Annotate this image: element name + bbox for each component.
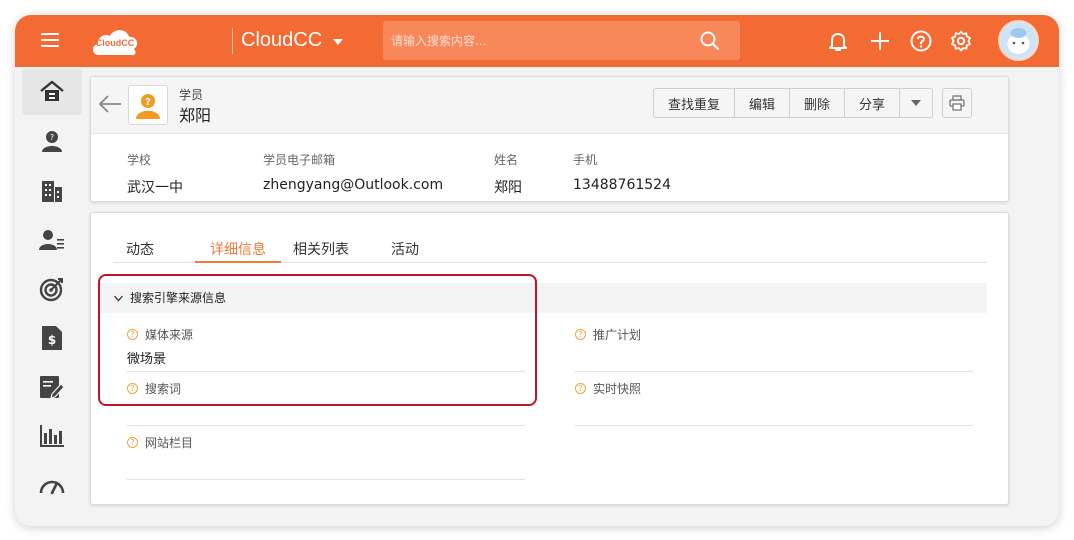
field-media-source: ? 媒体来源 微场景 (127, 318, 525, 372)
divider (232, 28, 233, 54)
logo-text: CloudCC (95, 38, 135, 48)
field-value[interactable]: 微场景 (127, 348, 166, 367)
help-icon[interactable] (909, 29, 933, 53)
field-label: 学校 (127, 153, 152, 167)
home-icon (40, 80, 64, 101)
record-header: ? 学员 郑阳 查找重复 编辑 删除 分享 学校 武汉一中 学员电子邮箱 zhe… (90, 76, 1009, 202)
sidebar: ? $ (15, 67, 85, 526)
field-label: 媒体来源 (145, 328, 194, 342)
back-arrow-icon[interactable] (97, 94, 123, 114)
record-actions: 查找重复 编辑 删除 分享 (653, 88, 934, 118)
printer-icon (949, 95, 965, 111)
help-icon[interactable]: ? (127, 437, 138, 448)
record-name: 郑阳 (179, 106, 212, 125)
field-label: 学员电子邮箱 (263, 153, 336, 167)
tab-activity-feed[interactable]: 动态 (126, 239, 154, 263)
field-site-section: ? 网站栏目 (127, 426, 525, 480)
field-campaign: ? 推广计划 (575, 318, 973, 372)
header-field-email: 学员电子邮箱 zhengyang@Outlook.com (263, 151, 443, 193)
header-field-phone: 手机 13488761524 (573, 151, 671, 193)
edit-button[interactable]: 编辑 (735, 89, 791, 117)
cloudcc-logo[interactable]: CloudCC (89, 25, 141, 59)
share-button[interactable]: 分享 (845, 89, 901, 117)
field-label: 网站栏目 (145, 436, 194, 450)
svg-text:?: ? (50, 133, 54, 142)
sidebar-item-home[interactable] (22, 69, 82, 115)
field-label: 实时快照 (593, 382, 642, 396)
building-icon (42, 181, 62, 202)
tab-details[interactable]: 详细信息 (195, 239, 281, 263)
target-icon (39, 278, 63, 302)
plus-icon[interactable] (868, 29, 892, 53)
record-detail: 动态 详细信息 相关列表 活动 搜索引擎来源信息 ? 媒体来源 微场景 ? 推广计划… (90, 212, 1009, 505)
help-icon[interactable]: ? (127, 383, 138, 394)
help-icon[interactable]: ? (575, 329, 586, 340)
menu-icon[interactable] (41, 33, 59, 47)
gauge-icon (39, 480, 65, 495)
field-label: 姓名 (494, 153, 519, 167)
header-field-school: 学校 武汉一中 (127, 151, 183, 197)
tab-activities[interactable]: 活动 (391, 239, 419, 263)
sidebar-item-contacts[interactable]: ? (22, 118, 82, 164)
top-bar: CloudCC CloudCC (15, 15, 1059, 67)
field-snapshot: ? 实时快照 (575, 372, 973, 426)
more-actions-button[interactable] (900, 89, 932, 117)
search-input[interactable] (391, 21, 691, 60)
header-field-name: 姓名 郑阳 (494, 151, 522, 197)
sidebar-item-accounts[interactable] (22, 168, 82, 214)
bell-icon[interactable] (826, 29, 850, 53)
field-value: 郑阳 (494, 180, 522, 196)
user-list-icon (39, 230, 64, 250)
avatar[interactable] (998, 20, 1039, 61)
field-label: 搜索词 (145, 382, 182, 396)
gear-icon[interactable] (949, 29, 973, 53)
sidebar-item-targets[interactable] (22, 266, 82, 312)
help-icon[interactable]: ? (575, 383, 586, 394)
dollar-doc-icon: $ (42, 326, 62, 350)
student-icon: ? (134, 91, 162, 119)
chevron-down-icon (911, 100, 922, 106)
record-header-top: ? 学员 郑阳 查找重复 编辑 删除 分享 (91, 77, 1008, 134)
field-value: 武汉一中 (127, 180, 183, 196)
contact-icon: ? (42, 131, 62, 152)
app-switcher[interactable]: CloudCC (241, 29, 322, 52)
delete-button[interactable]: 删除 (790, 89, 846, 117)
field-label: 手机 (573, 153, 598, 167)
section-title: 搜索引擎来源信息 (130, 291, 227, 305)
sidebar-item-contracts[interactable] (22, 364, 82, 410)
section-header[interactable]: 搜索引擎来源信息 (100, 283, 987, 313)
field-label: 推广计划 (593, 328, 642, 342)
record-type-label: 学员 (179, 88, 204, 102)
global-search (383, 21, 740, 60)
caret-down-icon[interactable] (333, 39, 343, 45)
field-value[interactable]: 13488761524 (573, 177, 671, 193)
tab-related-lists[interactable]: 相关列表 (293, 239, 349, 263)
sidebar-item-quotes[interactable]: $ (22, 315, 82, 361)
bar-chart-icon (40, 425, 64, 447)
edit-doc-icon (40, 376, 65, 399)
svg-text:?: ? (145, 97, 151, 108)
sidebar-item-dashboard[interactable] (22, 462, 82, 508)
print-button[interactable] (942, 88, 972, 118)
help-icon[interactable]: ? (127, 329, 138, 340)
record-type-icon: ? (128, 85, 168, 125)
app-window: CloudCC CloudCC 请输入搜索内容... ? $ ? 学员 郑阳 查… (15, 15, 1059, 526)
search-icon[interactable] (700, 31, 720, 51)
field-search-term: ? 搜索词 (127, 372, 525, 426)
chevron-down-icon[interactable] (114, 294, 123, 303)
tab-bar: 动态 详细信息 相关列表 活动 (113, 237, 987, 263)
sidebar-item-leads[interactable] (22, 217, 82, 263)
find-duplicate-button[interactable]: 查找重复 (654, 89, 736, 117)
sidebar-item-reports[interactable] (22, 413, 82, 459)
field-value[interactable]: zhengyang@Outlook.com (263, 177, 443, 193)
svg-text:$: $ (48, 333, 56, 347)
